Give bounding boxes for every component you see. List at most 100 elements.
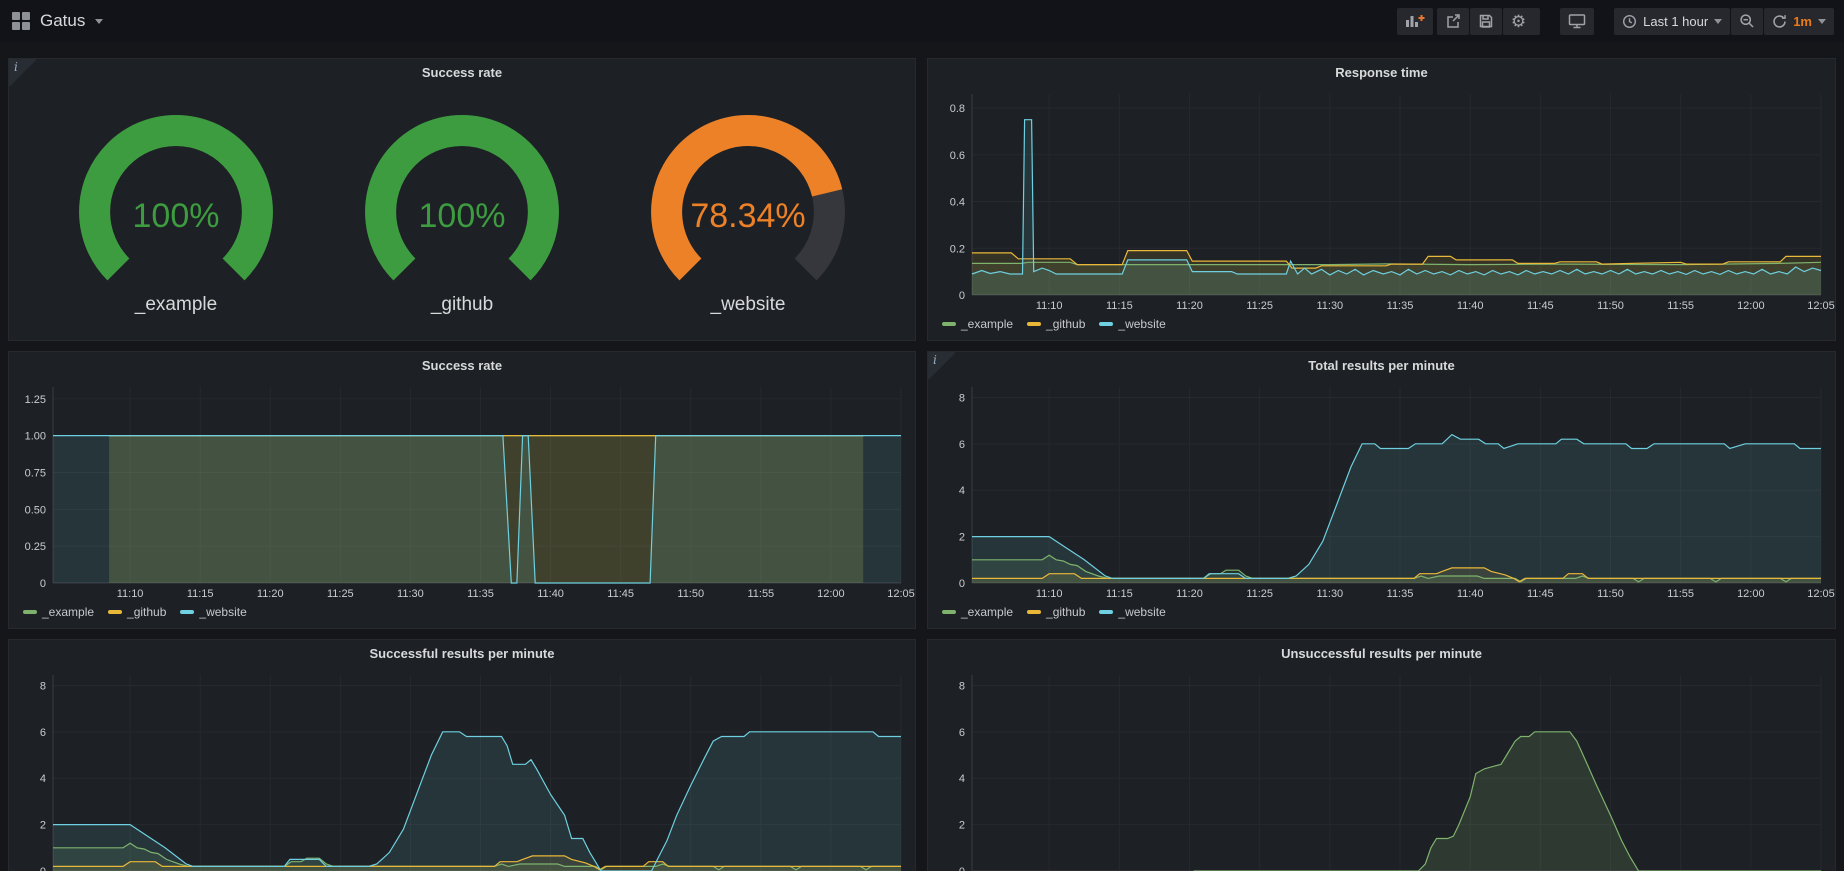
chart-legend: _example _github _website (928, 603, 1835, 628)
legend-series-dash (942, 610, 956, 614)
save-button[interactable] (1470, 8, 1502, 35)
response-time-chart[interactable]: 11:1011:1511:2011:2511:3011:3511:4011:45… (928, 86, 1835, 315)
x-axis-tick-label: 11:30 (1316, 588, 1343, 600)
x-axis-tick-label: 11:30 (397, 588, 424, 600)
caret-down-icon[interactable] (95, 19, 103, 24)
y-axis-tick-label: 6 (959, 439, 965, 451)
dashboard-grid: Success rate 100% _example 100% _github … (0, 42, 1844, 871)
x-axis-tick-label: 11:40 (537, 588, 564, 600)
legend-item-website[interactable]: _website (1099, 317, 1165, 331)
series-line-_website (972, 120, 1821, 275)
x-axis-tick-label: 11:25 (327, 588, 354, 600)
monitor-icon (1568, 13, 1586, 29)
x-axis-tick-label: 11:50 (1597, 300, 1624, 312)
refresh-button[interactable]: 1m (1764, 8, 1834, 35)
y-axis-tick-label: 0 (959, 578, 965, 590)
gauge-github: 100% _github (319, 111, 605, 316)
x-axis-tick-label: 11:15 (1106, 300, 1133, 312)
gauge-value: 100% (33, 197, 319, 236)
gauge-website: 78.34% _website (605, 111, 891, 316)
x-axis-tick-label: 12:05 (1807, 300, 1835, 312)
successful-results-plot: 11:1011:1511:2011:2511:3011:3511:4011:45… (9, 667, 915, 871)
tv-mode-button[interactable] (1560, 8, 1594, 35)
legend-item-website[interactable]: _website (1099, 605, 1165, 619)
legend-item-github[interactable]: _github (1027, 317, 1085, 331)
x-axis-tick-label: 11:15 (187, 588, 214, 600)
y-axis-tick-label: 2 (959, 532, 965, 544)
y-axis-tick-label: 0 (959, 866, 965, 871)
bar-chart-plus-icon (1405, 13, 1425, 29)
x-axis-tick-label: 11:10 (1036, 588, 1063, 600)
panel-title[interactable]: Total results per minute (928, 352, 1835, 379)
time-range-button[interactable]: Last 1 hour (1614, 8, 1730, 35)
apps-grid-icon[interactable] (12, 12, 30, 30)
series-fill-_website (53, 732, 901, 871)
panel-unsuccessful-results: Unsuccessful results per minute 11:1011:… (927, 639, 1836, 871)
refresh-interval-label: 1m (1793, 14, 1812, 29)
x-axis-tick-label: 12:00 (1737, 588, 1765, 600)
panel-response-time: Response time 11:1011:1511:2011:2511:301… (927, 58, 1836, 341)
y-axis-tick-label: 4 (959, 485, 965, 497)
dashboard-title[interactable]: Gatus (40, 11, 85, 31)
settings-button[interactable] (1503, 8, 1540, 35)
panel-title[interactable]: Unsuccessful results per minute (928, 640, 1835, 667)
panel-title[interactable]: Response time (928, 59, 1835, 86)
panel-title[interactable]: Successful results per minute (9, 640, 915, 667)
legend-series-name: _github (1046, 605, 1085, 619)
total-results-chart[interactable]: 11:1011:1511:2011:2511:3011:3511:4011:45… (928, 379, 1835, 603)
x-axis-tick-label: 11:45 (1527, 588, 1554, 600)
panel-title[interactable]: Success rate (9, 352, 915, 379)
magnifier-minus-icon (1739, 13, 1755, 29)
y-axis-tick-label: 6 (959, 727, 965, 739)
x-axis-tick-label: 11:25 (1246, 300, 1273, 312)
legend-item-github[interactable]: _github (1027, 605, 1085, 619)
caret-down-icon (1714, 19, 1722, 24)
time-range-label: Last 1 hour (1643, 14, 1708, 29)
response-time-plot: 11:1011:1511:2011:2511:3011:3511:4011:45… (928, 86, 1835, 315)
y-axis-tick-label: 6 (40, 727, 46, 739)
x-axis-tick-label: 12:05 (887, 588, 915, 600)
y-axis-tick-label: 2 (959, 820, 965, 832)
x-axis-tick-label: 11:25 (1246, 588, 1273, 600)
legend-item-github[interactable]: _github (108, 605, 166, 619)
x-axis-tick-label: 11:35 (1387, 300, 1414, 312)
gauges-row: 100% _example 100% _github 78.34% _websi… (9, 86, 915, 340)
y-axis-tick-label: 8 (40, 680, 46, 692)
x-axis-tick-label: 12:00 (1737, 300, 1765, 312)
zoom-out-button[interactable] (1731, 8, 1763, 35)
legend-series-name: _example (961, 605, 1013, 619)
panel-success-rate-gauges: Success rate 100% _example 100% _github … (8, 58, 916, 341)
refresh-icon (1772, 14, 1787, 29)
success-rate-plot: 11:10 11:15 11:20 11:25 11:30 11:35 11:40 11:45… (9, 379, 915, 603)
unsuccessful-results-chart[interactable]: 11:1011:1511:2011:2511:3011:3511:4011:45… (928, 667, 1835, 871)
success-rate-chart[interactable]: 11:10 11:15 11:20 11:25 11:30 11:35 11:40 11:45… (9, 379, 915, 603)
x-axis-tick-label: 11:55 (1667, 588, 1694, 600)
caret-down-icon (1818, 19, 1826, 24)
x-axis-tick-label: 11:20 (1176, 300, 1203, 312)
x-axis-tick-label: 11:40 (1457, 588, 1484, 600)
legend-series-name: _website (1118, 605, 1165, 619)
info-icon[interactable] (928, 352, 955, 379)
legend-series-dash (23, 610, 37, 614)
x-axis-tick-label: 11:10 (117, 588, 144, 600)
x-axis-tick-label: 11:45 (607, 588, 634, 600)
x-axis-tick-label: 11:35 (467, 588, 494, 600)
share-button[interactable] (1437, 8, 1469, 35)
y-axis-tick-label: 0 (959, 290, 965, 302)
legend-item-example[interactable]: _example (23, 605, 94, 619)
panel-title[interactable]: Success rate (9, 59, 915, 86)
legend-item-example[interactable]: _example (942, 605, 1013, 619)
successful-results-chart[interactable]: 11:1011:1511:2011:2511:3011:3511:4011:45… (9, 667, 915, 871)
info-icon[interactable] (9, 59, 36, 86)
navbar: Gatus (0, 0, 1844, 42)
legend-item-example[interactable]: _example (942, 317, 1013, 331)
legend-item-website[interactable]: _website (180, 605, 246, 619)
x-axis-tick-label: 11:20 (257, 588, 284, 600)
x-axis-tick-label: 11:50 (677, 588, 704, 600)
y-axis-tick-label: 0 (40, 866, 46, 871)
y-axis-tick-label: 4 (959, 773, 965, 785)
y-axis-tick-label: 8 (959, 392, 965, 404)
x-axis-tick-label: 11:10 (1036, 300, 1063, 312)
series-fill-_website (53, 436, 901, 583)
add-panel-button[interactable] (1397, 8, 1433, 35)
